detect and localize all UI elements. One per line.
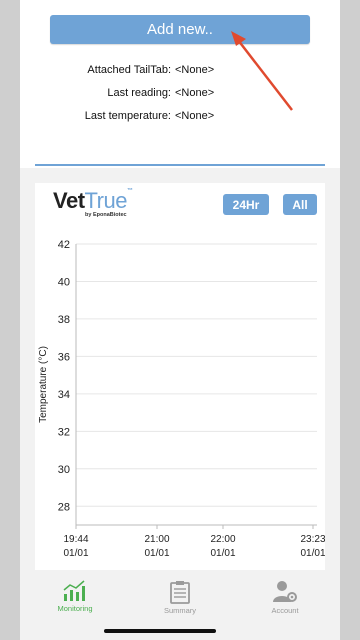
user-settings-icon <box>273 581 297 602</box>
clipboard-icon <box>170 581 190 604</box>
y-axis-title: Temperature (°C) <box>38 346 49 423</box>
y-tick-label: 42 <box>58 239 70 251</box>
y-tick-label: 38 <box>58 314 70 326</box>
x-tick-time-label: 22:00 <box>210 534 235 545</box>
temperature-chart[interactable]: 28 30 32 34 36 38 40 42 19:44 01/01 21:00 01/01 22:0… <box>35 223 325 583</box>
x-tick-date-label: 01/01 <box>63 548 88 559</box>
chart-growth-icon <box>63 580 85 601</box>
range-all-button[interactable]: All <box>283 194 317 215</box>
tab-account[interactable]: Account <box>250 580 320 620</box>
y-tick-label: 28 <box>58 501 70 513</box>
y-tick-label: 40 <box>58 276 70 288</box>
annotation-arrow-icon <box>231 31 293 111</box>
x-tick-time-label: 21:00 <box>144 534 169 545</box>
tab-monitoring-label: Monitoring <box>57 604 93 613</box>
x-tick-date-label: 01/01 <box>144 548 169 559</box>
tab-monitoring[interactable]: Monitoring <box>40 580 110 620</box>
chart-section: VetTrue™ by EponaBiotec 24Hr All 28 30 32 3… <box>20 168 340 640</box>
y-tick-label: 36 <box>58 351 70 363</box>
bottom-tab-bar: Monitoring Summary Account <box>20 570 340 622</box>
home-indicator <box>104 629 216 633</box>
range-24hr-button[interactable]: 24Hr <box>223 194 269 215</box>
y-tick-label: 30 <box>58 464 70 476</box>
x-tick-date-label: 01/01 <box>300 548 325 559</box>
x-tick-date-label: 01/01 <box>210 548 235 559</box>
x-tick-time-label: 23:23 <box>300 534 325 545</box>
chart-card: VetTrue™ by EponaBiotec 24Hr All 28 30 32 3… <box>35 183 325 583</box>
tab-summary[interactable]: Summary <box>145 580 215 620</box>
tab-account-label: Account <box>271 606 299 615</box>
vettrue-logo: VetTrue™ by EponaBiotec <box>53 188 133 218</box>
x-tick-time-label: 19:44 <box>63 534 88 545</box>
tab-summary-label: Summary <box>163 606 197 615</box>
y-tick-label: 34 <box>58 389 70 401</box>
y-tick-label: 32 <box>58 426 70 438</box>
app-screen: Add new.. Attached TailTab: <None> Last … <box>20 0 340 640</box>
device-info-card: Add new.. Attached TailTab: <None> Last … <box>35 0 325 166</box>
